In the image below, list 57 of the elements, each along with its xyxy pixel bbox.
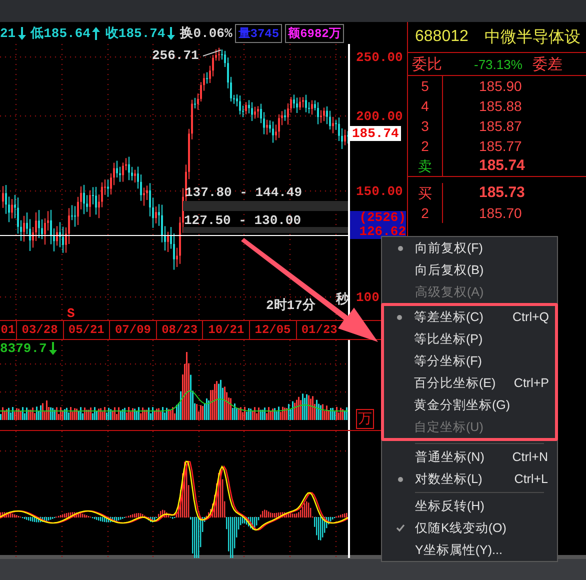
order-level: 2 bbox=[408, 203, 443, 223]
stock-code: 688012 bbox=[415, 28, 468, 46]
leader-line bbox=[202, 49, 222, 57]
ask-price: 185.87 bbox=[478, 117, 523, 136]
menu-item[interactable]: 对数坐标(L) Ctrl+L bbox=[385, 468, 554, 490]
ask-price: 185.90 bbox=[478, 77, 523, 96]
stock-name: 中微半导体设 bbox=[484, 28, 580, 48]
menu-item[interactable]: Y坐标属性(Y)... bbox=[385, 539, 554, 561]
order-level: 5 bbox=[408, 76, 443, 96]
date-label: 01 bbox=[0, 322, 16, 339]
diff-label: 委差 bbox=[532, 54, 562, 74]
high-price-label: 256.71 bbox=[152, 48, 199, 63]
ratio-value: -73.13% bbox=[474, 56, 522, 72]
ask-price: 185.74 bbox=[478, 156, 526, 176]
indicator-tab[interactable]: 额6982万 bbox=[285, 24, 344, 42]
menu-item[interactable]: 等差坐标(C) Ctrl+Q bbox=[384, 306, 555, 328]
menu-item[interactable]: 普通坐标(N) Ctrl+N bbox=[385, 446, 554, 468]
price-range-label: 127.50 - 130.00 bbox=[184, 213, 302, 228]
axis-tick-label: 250.00 bbox=[356, 50, 403, 65]
bid-price: 185.70 bbox=[478, 204, 523, 223]
signal-marker: S bbox=[67, 306, 75, 321]
date-label: 07/09 bbox=[109, 321, 156, 339]
menu-item[interactable]: 百分比坐标(E) Ctrl+P bbox=[384, 372, 555, 394]
bid-price: 185.73 bbox=[478, 183, 526, 203]
date-label: 10/21 bbox=[202, 321, 249, 339]
order-level: 卖 bbox=[408, 156, 443, 176]
menu-item[interactable]: 黄金分割坐标(G) bbox=[384, 394, 555, 416]
date-label: 08/23 bbox=[156, 321, 202, 339]
order-level: 4 bbox=[408, 96, 443, 116]
menu-item[interactable]: 坐标反转(H) bbox=[385, 495, 554, 517]
countdown-label: 2时17分 bbox=[266, 297, 316, 314]
quote-field: 低185.64 bbox=[30, 24, 90, 42]
quote-field: 21 bbox=[0, 26, 16, 40]
unit-label: 万 bbox=[356, 409, 374, 429]
cursor-count: (2526) bbox=[359, 210, 406, 225]
axis-tick-label: 100 bbox=[356, 290, 380, 305]
menu-item[interactable]: 仅随K线变动(O) bbox=[385, 517, 554, 539]
date-label: 05/21 bbox=[62, 321, 110, 339]
volume-value: 8379.7 bbox=[0, 341, 47, 356]
menu-item[interactable]: 等分坐标(F) bbox=[384, 350, 555, 372]
cursor-price: 126.62 bbox=[359, 224, 406, 239]
quote-field: 换0.06% bbox=[180, 24, 232, 42]
order-level: 2 bbox=[408, 136, 443, 156]
date-label: 03/28 bbox=[16, 321, 63, 339]
axis-tick-label: 150.00 bbox=[356, 184, 403, 199]
axis-tick-label: 200.00 bbox=[356, 109, 403, 124]
menu-item[interactable]: 向后复权(B) bbox=[385, 259, 554, 281]
quote-field: 收185.74 bbox=[105, 24, 166, 42]
ask-price: 185.77 bbox=[478, 137, 523, 156]
ratio-label: 委比 bbox=[412, 54, 442, 74]
order-level: 买 bbox=[408, 183, 443, 203]
menu-item[interactable]: 向前复权(F) bbox=[385, 237, 554, 259]
menu-item[interactable]: 等比坐标(P) bbox=[384, 328, 555, 350]
date-label: 12/05 bbox=[248, 321, 296, 339]
ask-price: 185.88 bbox=[478, 97, 523, 116]
order-level: 3 bbox=[408, 116, 443, 136]
last-price-tag: 185.74 bbox=[350, 126, 401, 141]
